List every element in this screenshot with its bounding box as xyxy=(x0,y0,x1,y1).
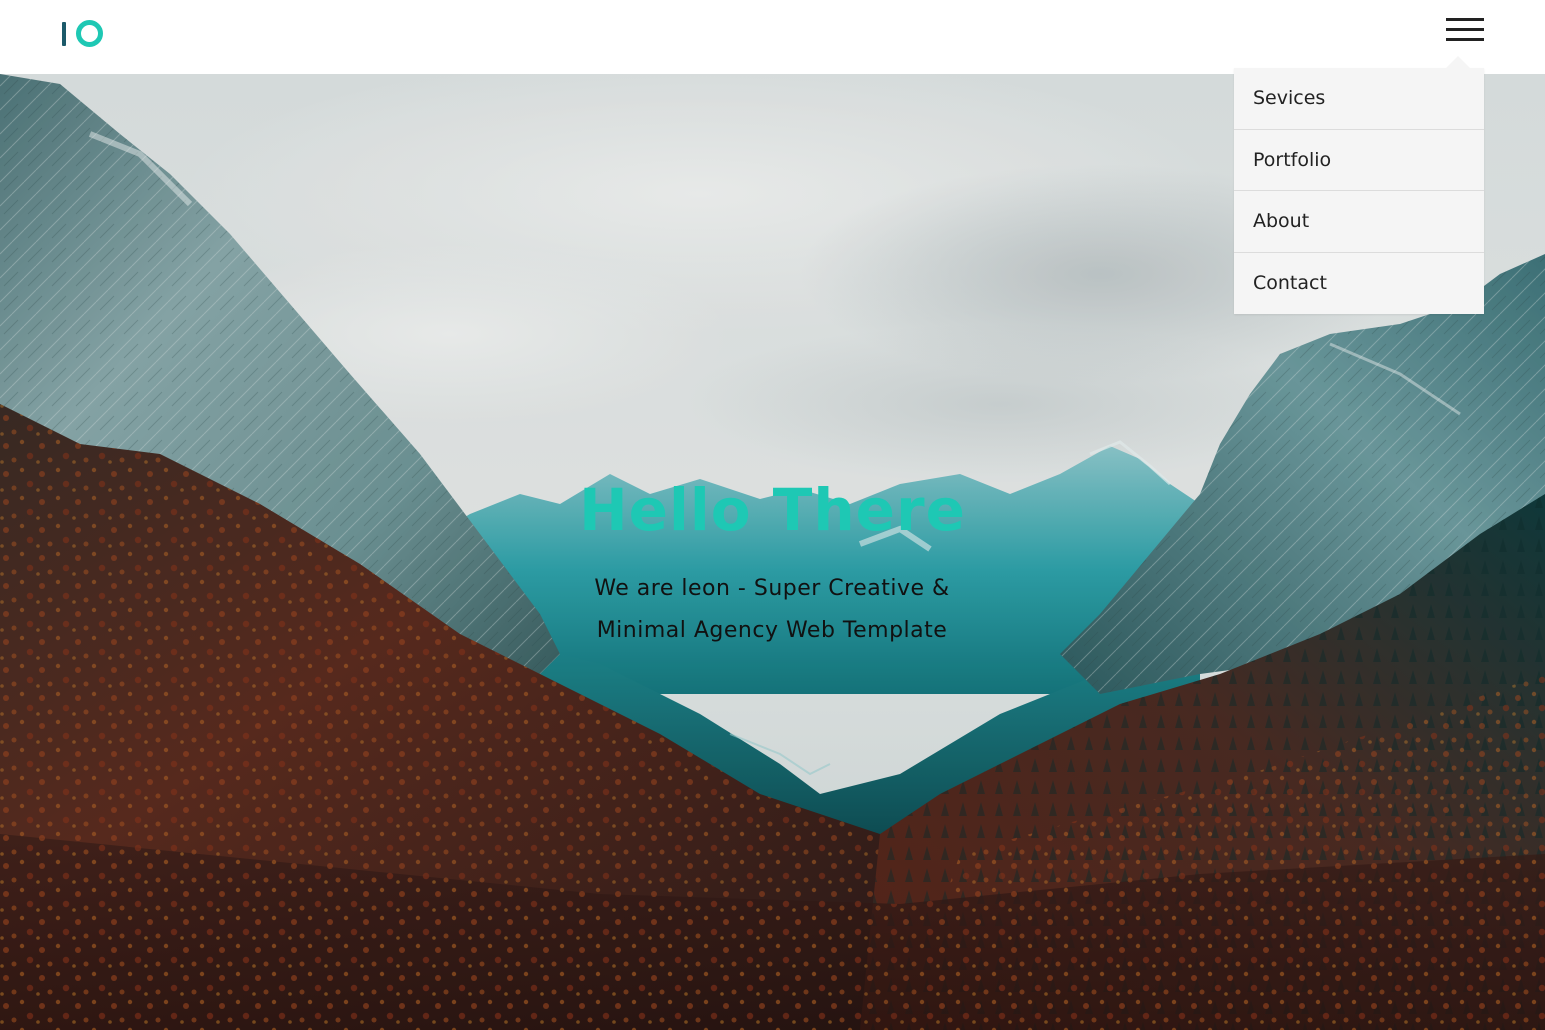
hero-title: Hello There xyxy=(579,476,966,544)
menu-item-contact[interactable]: Contact xyxy=(1234,253,1484,315)
hamburger-menu-icon[interactable] xyxy=(1446,18,1484,44)
io-logo-icon[interactable] xyxy=(62,20,104,50)
navigation-dropdown-menu: Sevices Portfolio About Contact xyxy=(1234,56,1484,315)
menu-line-bottom xyxy=(1446,38,1484,41)
menu-line-middle xyxy=(1446,28,1484,31)
hero-subtitle: We are leon - Super Creative & Minimal A… xyxy=(594,576,950,643)
menu-item-about[interactable]: About xyxy=(1234,191,1484,253)
logo-bar-mark xyxy=(62,22,66,46)
menu-item-services[interactable]: Sevices xyxy=(1234,68,1484,130)
top-navigation-bar xyxy=(0,0,1545,74)
dropdown-caret xyxy=(1446,56,1470,68)
menu-item-portfolio[interactable]: Portfolio xyxy=(1234,130,1484,191)
menu-line-top xyxy=(1446,18,1484,21)
logo-ring-mark xyxy=(76,20,103,47)
